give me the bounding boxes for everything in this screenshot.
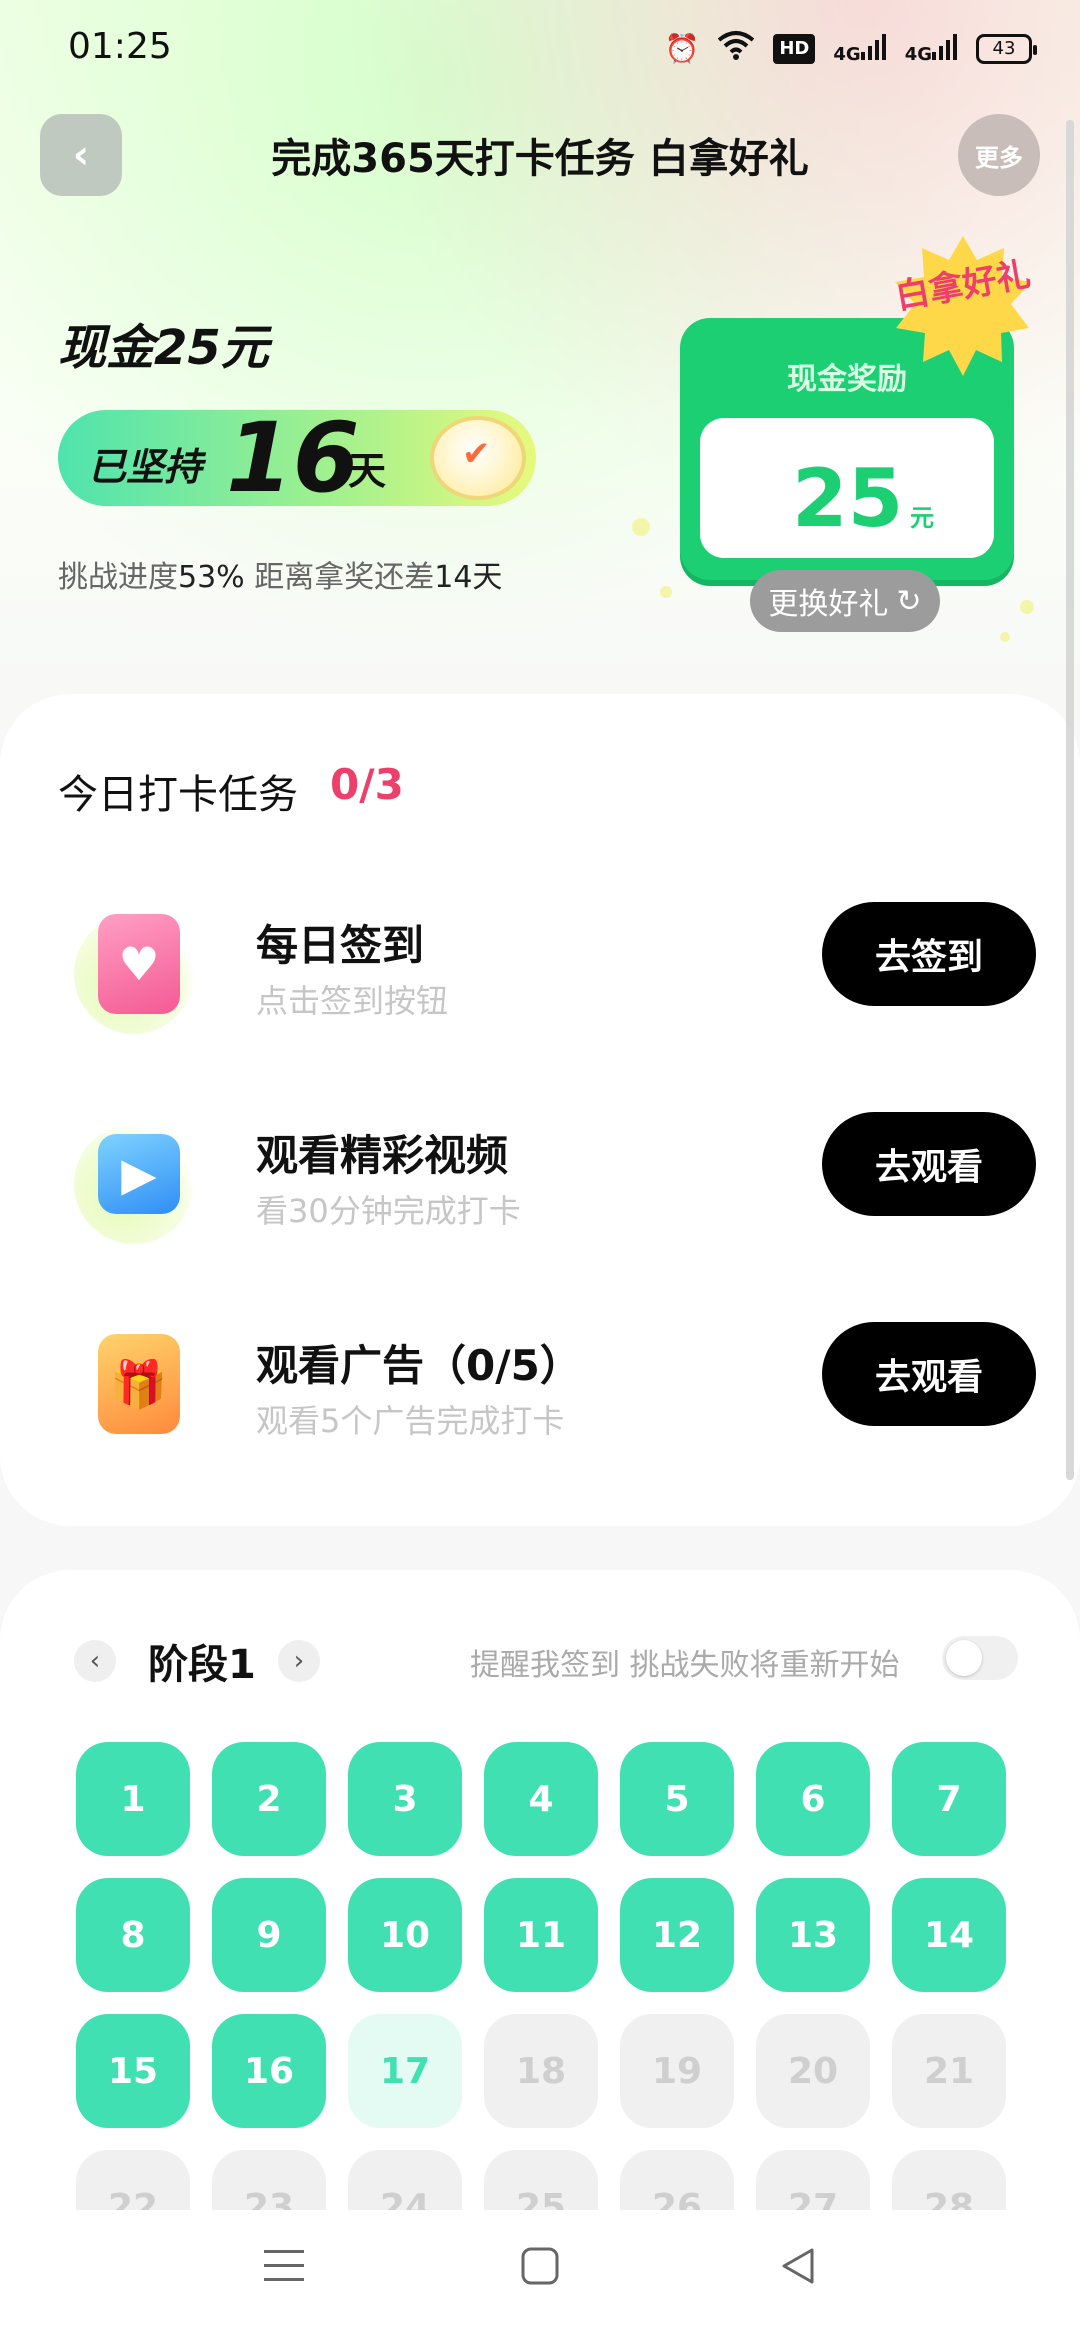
task-subtitle: 观看5个广告完成打卡 [256, 1402, 565, 1440]
reward-amount: 25 [792, 452, 904, 545]
day-cell[interactable]: 11 [484, 1878, 598, 1992]
more-button[interactable]: 更多 [958, 114, 1040, 196]
hd-icon: HD [773, 33, 816, 64]
day-cell[interactable]: 13 [756, 1878, 870, 1992]
menu-icon[interactable] [262, 2246, 306, 2297]
battery-icon: 43 [976, 33, 1037, 64]
calendar-heart-icon: ♥ [74, 914, 194, 1034]
chevron-left-icon: ‹ [89, 1646, 101, 1676]
day-cell[interactable]: 10 [348, 1878, 462, 1992]
decor-dot [1000, 632, 1010, 642]
mascot-icon: ✔ [430, 416, 526, 500]
task-subtitle: 看30分钟完成打卡 [256, 1192, 521, 1230]
scrollbar[interactable] [1066, 120, 1074, 1480]
checkin-button[interactable]: 去签到 [822, 902, 1036, 1006]
decor-dot [660, 586, 672, 598]
signal-icon-2: 4G [905, 33, 958, 64]
decor-dot [1020, 600, 1034, 614]
day-cell[interactable]: 12 [620, 1878, 734, 1992]
progress-text: 挑战进度53% 距离拿奖还差14天 [58, 560, 503, 595]
task-row-video: ▶ 观看精彩视频 看30分钟完成打卡 去观看 [0, 1104, 1080, 1244]
day-cell[interactable]: 5 [620, 1742, 734, 1856]
stage-next-button[interactable]: › [278, 1640, 320, 1682]
watch-ads-button[interactable]: 去观看 [822, 1322, 1036, 1426]
task-subtitle: 点击签到按钮 [256, 982, 449, 1020]
day-cell[interactable]: 4 [484, 1742, 598, 1856]
day-cell[interactable]: 16 [212, 2014, 326, 2128]
day-grid: 1 2 3 4 5 6 7 8 9 10 11 12 13 14 15 16 17 18 19 20 21 22 23 24 2… [76, 1742, 1006, 2262]
streak-days: 16 [226, 402, 360, 514]
signal-icon-1: 4G [833, 33, 886, 64]
decor-dot [632, 518, 650, 536]
streak-suffix: 天 [348, 449, 387, 493]
tasks-count: 0/3 [330, 760, 404, 809]
day-cell[interactable]: 20 [756, 2014, 870, 2128]
day-cell[interactable]: 1 [76, 1742, 190, 1856]
refresh-icon: ↻ [896, 583, 922, 619]
day-cell[interactable]: 8 [76, 1878, 190, 1992]
day-cell[interactable]: 9 [212, 1878, 326, 1992]
reward-unit: 元 [910, 504, 934, 532]
system-nav-bar [0, 2210, 1080, 2340]
progress-percent: 53% [178, 560, 245, 595]
status-bar: 01:25 ⏰ HD 4G 4G 43 [0, 0, 1080, 100]
page-title: 完成365天打卡任务 白拿好礼 [271, 136, 809, 182]
reward-amount-box: 25 元 [700, 418, 994, 558]
task-row-ads: 🎁 观看广告（0/5） 观看5个广告完成打卡 去观看 [0, 1314, 1080, 1454]
day-cell[interactable]: 17 [348, 2014, 462, 2128]
back-triangle-icon[interactable] [778, 2246, 818, 2297]
day-cell[interactable]: 19 [620, 2014, 734, 2128]
watch-video-button[interactable]: 去观看 [822, 1112, 1036, 1216]
day-cell[interactable]: 6 [756, 1742, 870, 1856]
day-cell[interactable]: 14 [892, 1878, 1006, 1992]
task-row-checkin: ♥ 每日签到 点击签到按钮 去签到 [0, 894, 1080, 1034]
change-gift-button[interactable]: 更换好礼 ↻ [750, 570, 940, 632]
task-title: 观看精彩视频 [256, 1131, 509, 1180]
day-cell[interactable]: 15 [76, 2014, 190, 2128]
task-title: 每日签到 [256, 921, 425, 970]
toggle-knob [946, 1640, 982, 1676]
gift-icon: 🎁 [74, 1334, 194, 1454]
day-cell[interactable]: 2 [212, 1742, 326, 1856]
day-cell[interactable]: 3 [348, 1742, 462, 1856]
chevron-right-icon: › [293, 1646, 305, 1676]
remaining-days: 14天 [434, 560, 503, 595]
video-play-icon: ▶ [74, 1124, 194, 1244]
tasks-header: 今日打卡任务 [58, 772, 298, 818]
status-icons: ⏰ HD 4G 4G 43 [664, 30, 1037, 67]
alarm-icon: ⏰ [664, 32, 700, 65]
home-square-icon[interactable] [520, 2246, 560, 2297]
day-cell[interactable]: 21 [892, 2014, 1006, 2128]
cash-title: 现金25元 [58, 320, 269, 376]
check-icon: ✔ [462, 434, 491, 474]
streak-pill: 已坚持 16 天 ✔ [58, 402, 536, 514]
clock: 01:25 [68, 26, 172, 67]
day-cell[interactable]: 18 [484, 2014, 598, 2128]
remind-text: 提醒我签到 挑战失败将重新开始 [470, 1648, 900, 1683]
stage-prev-button[interactable]: ‹ [74, 1640, 116, 1682]
streak-prefix: 已坚持 [88, 445, 203, 489]
stage-label: 阶段1 [148, 1642, 256, 1688]
task-title: 观看广告（0/5） [256, 1341, 582, 1390]
change-gift-label: 更换好礼 [768, 587, 889, 622]
gift-badge: 白拿好礼 [888, 232, 1038, 382]
tasks-card: 今日打卡任务 0/3 ♥ 每日签到 点击签到按钮 去签到 ▶ 观看精彩视频 看3… [0, 694, 1080, 1526]
remind-toggle[interactable] [942, 1636, 1018, 1680]
wifi-icon [717, 30, 755, 67]
day-cell[interactable]: 7 [892, 1742, 1006, 1856]
